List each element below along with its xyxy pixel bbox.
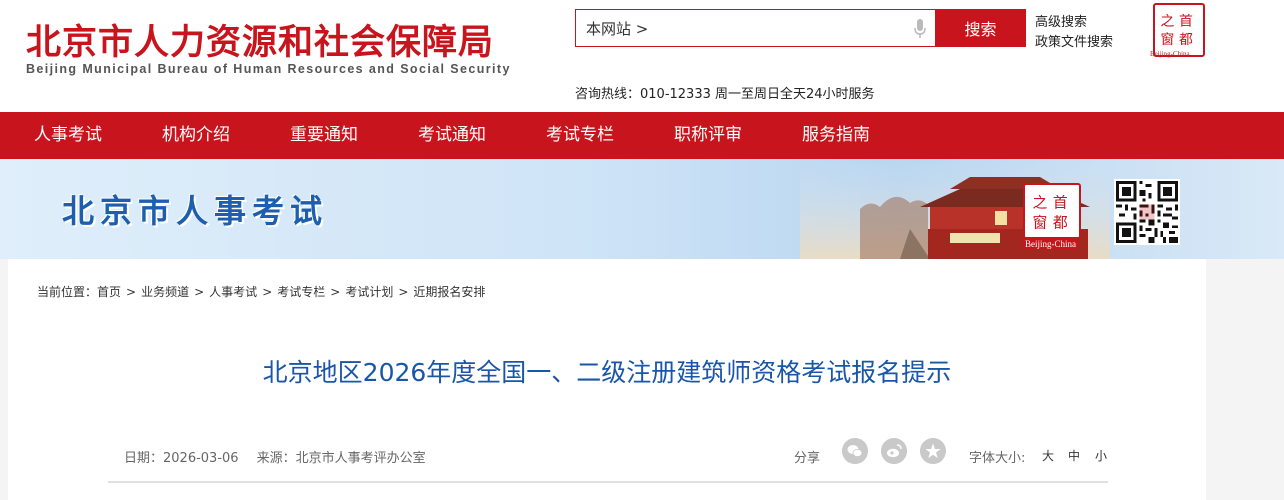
font-size-label: 字体大小: (969, 451, 1026, 466)
nav-item-title-review[interactable]: 职称评审 (674, 112, 742, 159)
seal-char: 之 (1161, 13, 1175, 29)
breadcrumb-separator: > (126, 285, 137, 299)
article-date: 日期：2026-03-06 (124, 451, 239, 466)
capital-window-seal-icon: 之 首 窗 都 (1023, 183, 1081, 239)
capital-window-seal-icon: 之 首 窗 都 (1153, 3, 1205, 57)
breadcrumb-personnel-exam[interactable]: 人事考试 (209, 285, 257, 299)
seal-char: 首 (1053, 193, 1068, 211)
breadcrumb-recent-registration[interactable]: 近期报名安排 (413, 285, 485, 299)
article-meta: 日期：2026-03-06 来源：北京市人事考评办公室 (124, 447, 426, 466)
breadcrumb-separator: > (398, 285, 409, 299)
breadcrumb-label: 当前位置： (37, 285, 98, 299)
qr-code-icon[interactable] (1114, 179, 1180, 245)
advanced-search-link[interactable]: 高级搜索 (1035, 11, 1087, 30)
nav-item-about[interactable]: 机构介绍 (162, 112, 230, 159)
article-title: 北京地区2026年度全国一、二级注册建筑师资格考试报名提示 (262, 358, 952, 387)
breadcrumb-exam-plan[interactable]: 考试计划 (345, 285, 393, 299)
seal-char: 都 (1053, 214, 1068, 232)
font-size-large-button[interactable]: 大 (1042, 447, 1054, 464)
mic-icon[interactable] (914, 19, 926, 39)
hotline-text: 咨询热线：010-12333 周一至周日全天24小时服务 (575, 87, 875, 102)
seal-char: 窗 (1033, 214, 1048, 232)
font-size-medium-button[interactable]: 中 (1068, 447, 1080, 464)
site-header: 北京市人力资源和社会保障局 Beijing Municipal Bureau o… (0, 0, 1284, 112)
share-label: 分享 (794, 451, 821, 466)
search-button[interactable]: 搜索 (935, 9, 1026, 47)
breadcrumb-exam-column[interactable]: 考试专栏 (277, 285, 325, 299)
nav-item-personnel-exam[interactable]: 人事考试 (34, 112, 102, 159)
seal-char: 首 (1179, 13, 1193, 29)
site-logo-title[interactable]: 北京市人力资源和社会保障局 (26, 14, 494, 65)
breadcrumb-business-channel[interactable]: 业务频道 (141, 285, 189, 299)
seal-char: 都 (1179, 32, 1193, 48)
banner-title: 北京市人事考试 (62, 192, 329, 230)
wechat-icon[interactable] (842, 438, 868, 464)
content-panel: 当前位置：首页 > 业务频道 > 人事考试 > 考试专栏 > 考试计划 > 近期报名安排 北京地区2… (8, 259, 1206, 500)
banner: 北京市人事考试 之 首 窗 都 Beijing-China (0, 159, 1284, 259)
breadcrumb: 当前位置：首页 > 业务频道 > 人事考试 > 考试专栏 > 考试计划 > 近期报名安排 (37, 283, 485, 300)
nav-item-exam-notice[interactable]: 考试通知 (418, 112, 486, 159)
main-nav: 人事考试 机构介绍 重要通知 考试通知 考试专栏 职称评审 服务指南 (0, 112, 1284, 159)
seal-caption: Beijing-China (1150, 50, 1190, 58)
weibo-icon[interactable] (881, 438, 907, 464)
divider (108, 481, 1108, 483)
breadcrumb-separator: > (262, 285, 273, 299)
star-icon[interactable] (920, 438, 946, 464)
nav-item-important[interactable]: 重要通知 (290, 112, 358, 159)
article-source: 来源：北京市人事考评办公室 (256, 451, 426, 466)
seal-caption: Beijing-China (1023, 239, 1078, 249)
seal-char: 窗 (1161, 31, 1175, 48)
font-size-small-button[interactable]: 小 (1095, 447, 1107, 464)
search-box: 搜索 (575, 9, 1026, 47)
nav-item-service-guide[interactable]: 服务指南 (802, 112, 870, 159)
seal-char: 之 (1033, 193, 1048, 211)
nav-item-exam-column[interactable]: 考试专栏 (546, 112, 614, 159)
breadcrumb-home[interactable]: 首页 (97, 285, 121, 299)
breadcrumb-separator: > (330, 285, 341, 299)
site-logo-subtitle: Beijing Municipal Bureau of Human Resour… (26, 62, 511, 76)
search-input[interactable] (576, 10, 932, 46)
breadcrumb-separator: > (194, 285, 205, 299)
policy-search-link[interactable]: 政策文件搜索 (1035, 31, 1113, 50)
